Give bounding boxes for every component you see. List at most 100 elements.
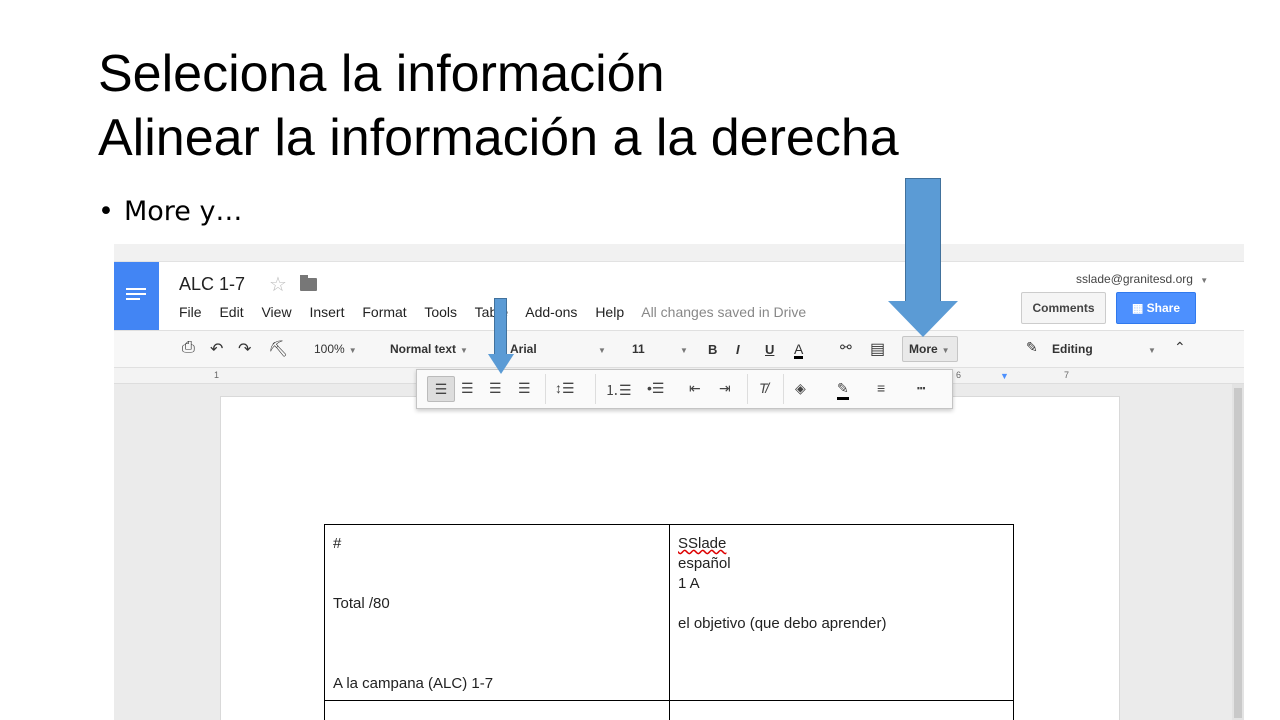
ruler-mark-7: 7 <box>1064 370 1070 380</box>
menu-help[interactable]: Help <box>595 304 624 320</box>
zoom-select[interactable]: 100% ▼ <box>314 342 357 356</box>
decrease-indent-icon[interactable]: ⇤ <box>689 380 701 397</box>
bullet-dot-icon: • <box>98 196 114 227</box>
scrollbar-thumb[interactable] <box>1234 388 1242 718</box>
numbered-list-icon[interactable]: ⒈☰ <box>605 380 632 400</box>
font-select-caret[interactable]: ▼ <box>594 342 606 356</box>
account-email[interactable]: sslade@granitesd.org ▼ <box>1076 272 1208 286</box>
bulleted-list-icon[interactable]: •☰ <box>647 380 664 397</box>
star-icon[interactable]: ☆ <box>269 272 287 297</box>
table-column-left[interactable]: # Total /80 A la campana (ALC) 1-7 <box>325 525 670 720</box>
browser-bookmarks-bar <box>114 244 1244 262</box>
redo-icon[interactable]: ↷ <box>238 339 251 359</box>
comment-icon[interactable]: ▤ <box>870 339 885 359</box>
menu-addons[interactable]: Add-ons <box>525 304 577 320</box>
paint-bucket-icon[interactable]: ◈ <box>795 380 806 397</box>
size-select[interactable]: 11 <box>632 342 645 356</box>
chevron-down-icon: ▼ <box>941 346 950 355</box>
table-cell-class[interactable]: 1 A <box>678 575 700 592</box>
chevron-down-icon: ▼ <box>348 346 357 355</box>
slide-title-line2: Alinear la información a la derecha <box>98 109 899 167</box>
more-toolbar-popup: ☰ ☰ ☰ ☰ ↕☰ ⒈☰ •☰ ⇤ ⇥ T̸ ◈ ✎ ≡ ┅ <box>416 369 953 409</box>
toolbar-separator <box>783 374 784 404</box>
big-arrow-shaft <box>905 178 941 302</box>
menu-view[interactable]: View <box>261 304 291 320</box>
small-arrow-down-icon <box>488 354 514 374</box>
share-icon: ▦ <box>1131 301 1147 315</box>
line-spacing-icon[interactable]: ↕☰ <box>555 380 575 397</box>
slide-title-line1: Seleciona la información <box>98 45 665 103</box>
table-cell-name[interactable]: SSlade <box>678 535 726 552</box>
text-color-button[interactable]: A <box>794 342 804 359</box>
chevron-down-icon: ▼ <box>1148 346 1156 355</box>
chevron-down-icon: ▼ <box>598 346 606 355</box>
table-column-right[interactable]: SSlade español 1 A el objetivo (que debo… <box>670 525 1015 720</box>
comments-button[interactable]: Comments <box>1021 292 1106 324</box>
document-table: # Total /80 A la campana (ALC) 1-7 SSlad… <box>324 524 1014 720</box>
increase-indent-icon[interactable]: ⇥ <box>719 380 731 397</box>
ruler-mark-6: 6 <box>956 370 962 380</box>
document-title[interactable]: ALC 1-7 <box>179 274 245 295</box>
table-cell-subject[interactable]: español <box>678 555 731 572</box>
paint-format-icon[interactable]: ⛏ <box>268 339 288 359</box>
docs-header: ALC 1-7 ☆ File Edit View Insert Format T… <box>114 262 1244 330</box>
font-value: Arial <box>510 342 537 356</box>
editing-mode-select[interactable]: Editing <box>1052 342 1093 356</box>
underline-button[interactable]: U <box>765 342 774 357</box>
more-label: More <box>909 342 938 356</box>
toolbar-separator <box>595 374 596 404</box>
share-button[interactable]: ▦ Share <box>1116 292 1196 324</box>
toolbar-separator <box>747 374 748 404</box>
border-dash-icon[interactable]: ┅ <box>917 380 925 397</box>
menu-format[interactable]: Format <box>362 304 406 320</box>
menu-insert[interactable]: Insert <box>309 304 344 320</box>
clear-formatting-icon[interactable]: T̸ <box>759 380 768 396</box>
italic-button[interactable]: I <box>736 342 740 357</box>
menu-tools[interactable]: Tools <box>424 304 457 320</box>
size-select-caret[interactable]: ▼ <box>676 342 688 356</box>
align-left-icon[interactable]: ☰ <box>427 376 455 402</box>
border-color-icon[interactable]: ✎ <box>837 380 849 400</box>
small-arrow-shaft <box>494 298 507 355</box>
print-icon[interactable]: ⎙ <box>182 339 195 357</box>
save-status[interactable]: All changes saved in Drive <box>641 304 806 320</box>
indent-marker-icon[interactable]: ▼ <box>1000 371 1009 381</box>
pencil-icon[interactable]: ✎ <box>1026 339 1038 356</box>
slide-bullet: • More y… <box>98 196 242 227</box>
bullet-text: More y… <box>123 196 243 227</box>
table-cell-alc[interactable]: A la campana (ALC) 1-7 <box>333 675 493 692</box>
size-value: 11 <box>632 342 645 356</box>
menu-file[interactable]: File <box>179 304 202 320</box>
big-arrow-down-icon <box>888 301 958 337</box>
table-cell-hash[interactable]: # <box>333 535 341 552</box>
align-right-icon[interactable]: ☰ <box>489 380 502 397</box>
account-email-text: sslade@granitesd.org <box>1076 272 1193 286</box>
docs-screenshot: ALC 1-7 ☆ File Edit View Insert Format T… <box>114 244 1244 720</box>
table-cell-total[interactable]: Total /80 <box>333 595 390 612</box>
editing-mode-caret[interactable]: ▼ <box>1144 342 1156 356</box>
folder-icon[interactable] <box>300 275 317 291</box>
table-row-divider <box>325 700 1013 701</box>
align-center-icon[interactable]: ☰ <box>461 380 474 397</box>
menu-edit[interactable]: Edit <box>219 304 243 320</box>
font-select[interactable]: Arial <box>510 342 537 356</box>
formatting-toolbar: ⎙ ↶ ↷ ⛏ 100% ▼ Normal text ▼ Arial ▼ 11 ▼ … <box>114 330 1244 368</box>
border-width-icon[interactable]: ≡ <box>877 380 885 396</box>
editing-mode-value: Editing <box>1052 342 1093 356</box>
justify-icon[interactable]: ☰ <box>518 380 531 397</box>
chevron-down-icon: ▼ <box>460 346 468 355</box>
link-icon[interactable]: ⚯ <box>840 339 852 356</box>
toolbar-separator <box>545 374 546 404</box>
chevron-down-icon: ▼ <box>1200 276 1209 285</box>
ruler-mark-1: 1 <box>214 370 220 380</box>
docs-logo-icon[interactable] <box>114 262 159 330</box>
chevron-down-icon: ▼ <box>680 346 688 355</box>
more-button[interactable]: More ▼ <box>902 336 958 362</box>
table-cell-objective[interactable]: el objetivo (que debo aprender) <box>678 615 886 632</box>
collapse-icon[interactable]: ⌃ <box>1174 339 1186 356</box>
bold-button[interactable]: B <box>708 342 717 357</box>
undo-icon[interactable]: ↶ <box>210 339 223 359</box>
style-value: Normal text <box>390 342 457 356</box>
style-select[interactable]: Normal text ▼ <box>390 342 468 356</box>
share-label: Share <box>1146 301 1181 315</box>
